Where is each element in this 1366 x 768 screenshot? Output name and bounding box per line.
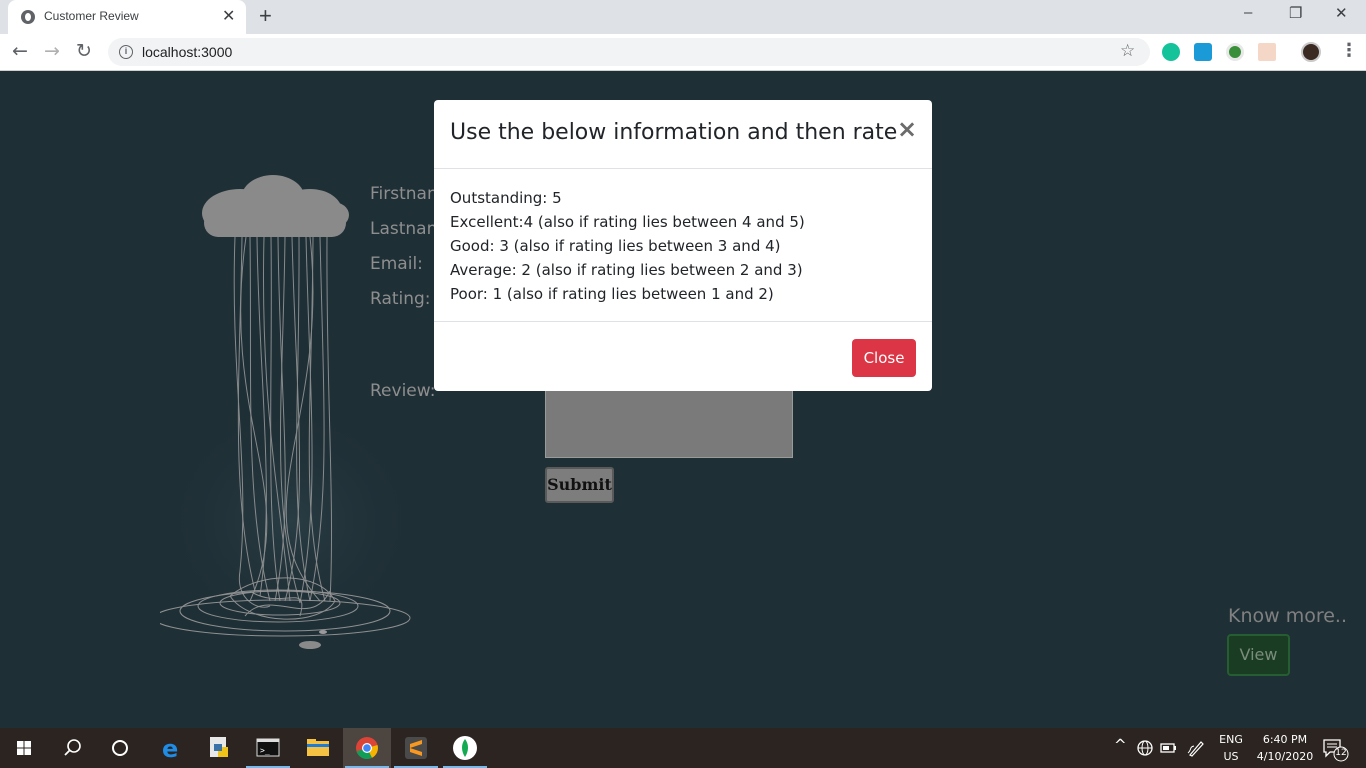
review-label: Review: — [370, 381, 436, 401]
firstname-label: Firstnam — [370, 184, 444, 204]
taskbar-terminal[interactable]: >_ — [244, 728, 292, 768]
submit-button[interactable]: Submit — [545, 467, 614, 503]
edge-icon: e — [162, 735, 178, 763]
clock-date[interactable]: 4/10/2020 — [1250, 750, 1320, 763]
know-more-text: Know more.. — [1228, 605, 1348, 627]
windows-logo-icon — [17, 741, 31, 755]
language-indicator[interactable]: ENG — [1216, 733, 1246, 746]
rating-info-line: Excellent:4 (also if rating lies between… — [450, 213, 805, 231]
email-label: Email: — [370, 254, 423, 274]
modal-close-icon[interactable]: × — [897, 116, 917, 142]
tab-close-icon[interactable]: ✕ — [222, 7, 235, 25]
browser-menu-icon[interactable]: ⋮ — [1340, 40, 1358, 61]
cortana-circle-icon — [112, 740, 128, 756]
tab-title: Customer Review — [44, 9, 139, 23]
address-bar[interactable]: i localhost:3000 ☆ — [108, 38, 1150, 66]
browser-toolbar: ← → ↻ i localhost:3000 ☆ ⋮ — [0, 34, 1366, 71]
rating-info-line: Average: 2 (also if rating lies between … — [450, 261, 803, 279]
forward-arrow-icon[interactable]: → — [44, 40, 60, 62]
modal-title: Use the below information and then rate — [450, 120, 898, 145]
grammarly-extension-icon[interactable] — [1162, 43, 1180, 61]
region-indicator[interactable]: US — [1216, 750, 1246, 763]
taskbar-edge[interactable]: e — [148, 728, 196, 768]
close-window-button[interactable]: ✕ — [1335, 4, 1348, 22]
rating-info-line: Poor: 1 (also if rating lies between 1 a… — [450, 285, 774, 303]
browser-tab-bar: Customer Review ✕ + – ❐ ✕ — [0, 0, 1366, 34]
taskbar-mongodb[interactable] — [441, 728, 489, 768]
back-arrow-icon[interactable]: ← — [12, 40, 28, 62]
search-button[interactable] — [48, 728, 96, 768]
globe-icon — [21, 10, 35, 24]
battery-icon[interactable] — [1160, 741, 1178, 755]
taskbar-sublime[interactable] — [392, 728, 440, 768]
modal-footer: Close — [434, 321, 932, 391]
modal-body: Outstanding: 5 Excellent:4 (also if rati… — [450, 186, 805, 306]
modal-header: Use the below information and then rate … — [434, 100, 932, 169]
browser-tab[interactable]: Customer Review ✕ — [8, 0, 246, 34]
network-globe-icon[interactable] — [1136, 739, 1154, 757]
python-file-icon — [210, 737, 228, 757]
translate-extension-icon[interactable] — [1194, 43, 1212, 61]
close-button[interactable]: Close — [852, 339, 916, 377]
rating-info-modal: Use the below information and then rate … — [434, 100, 932, 391]
rating-info-line: Good: 3 (also if rating lies between 3 a… — [450, 237, 781, 255]
minimize-button[interactable]: – — [1244, 4, 1252, 21]
chrome-icon — [356, 737, 378, 760]
url-text: localhost:3000 — [142, 44, 233, 60]
svg-text:>_: >_ — [260, 746, 270, 755]
info-icon[interactable]: i — [119, 45, 133, 59]
review-textarea[interactable] — [545, 381, 793, 458]
show-hidden-icons-chevron-icon[interactable]: ^ — [1114, 736, 1127, 754]
taskbar-file-explorer[interactable] — [294, 728, 342, 768]
terminal-icon: >_ — [256, 738, 280, 757]
rain-cloud-illustration — [160, 175, 420, 649]
rating-info-line: Outstanding: 5 — [450, 189, 562, 207]
folder-icon — [307, 739, 329, 756]
new-tab-button[interactable]: + — [259, 4, 272, 28]
rating-label: Rating: — [370, 289, 431, 309]
svg-text:e: e — [162, 735, 178, 763]
mongodb-icon — [453, 736, 477, 760]
reload-icon[interactable]: ↻ — [76, 40, 92, 62]
view-button[interactable]: View — [1227, 634, 1290, 676]
profile-avatar[interactable] — [1301, 42, 1321, 62]
globe-extension-icon[interactable] — [1226, 43, 1244, 61]
search-icon — [64, 739, 81, 756]
bookmark-star-icon[interactable]: ☆ — [1120, 41, 1135, 61]
windows-taskbar: e >_ ^ ENG US 6:40 PM 4/10/2020 12 — [0, 728, 1366, 768]
taskbar-python[interactable] — [196, 728, 244, 768]
restore-button[interactable]: ❐ — [1289, 4, 1302, 22]
sublime-text-icon — [405, 737, 427, 759]
pen-icon[interactable] — [1186, 738, 1206, 758]
clock-time[interactable]: 6:40 PM — [1250, 733, 1320, 746]
task-view-button[interactable] — [96, 728, 144, 768]
lastname-label: Lastnam — [370, 219, 444, 239]
notes-extension-icon[interactable] — [1258, 43, 1276, 61]
start-button[interactable] — [0, 728, 48, 768]
taskbar-chrome[interactable] — [343, 728, 391, 768]
notification-count-badge: 12 — [1335, 748, 1347, 758]
